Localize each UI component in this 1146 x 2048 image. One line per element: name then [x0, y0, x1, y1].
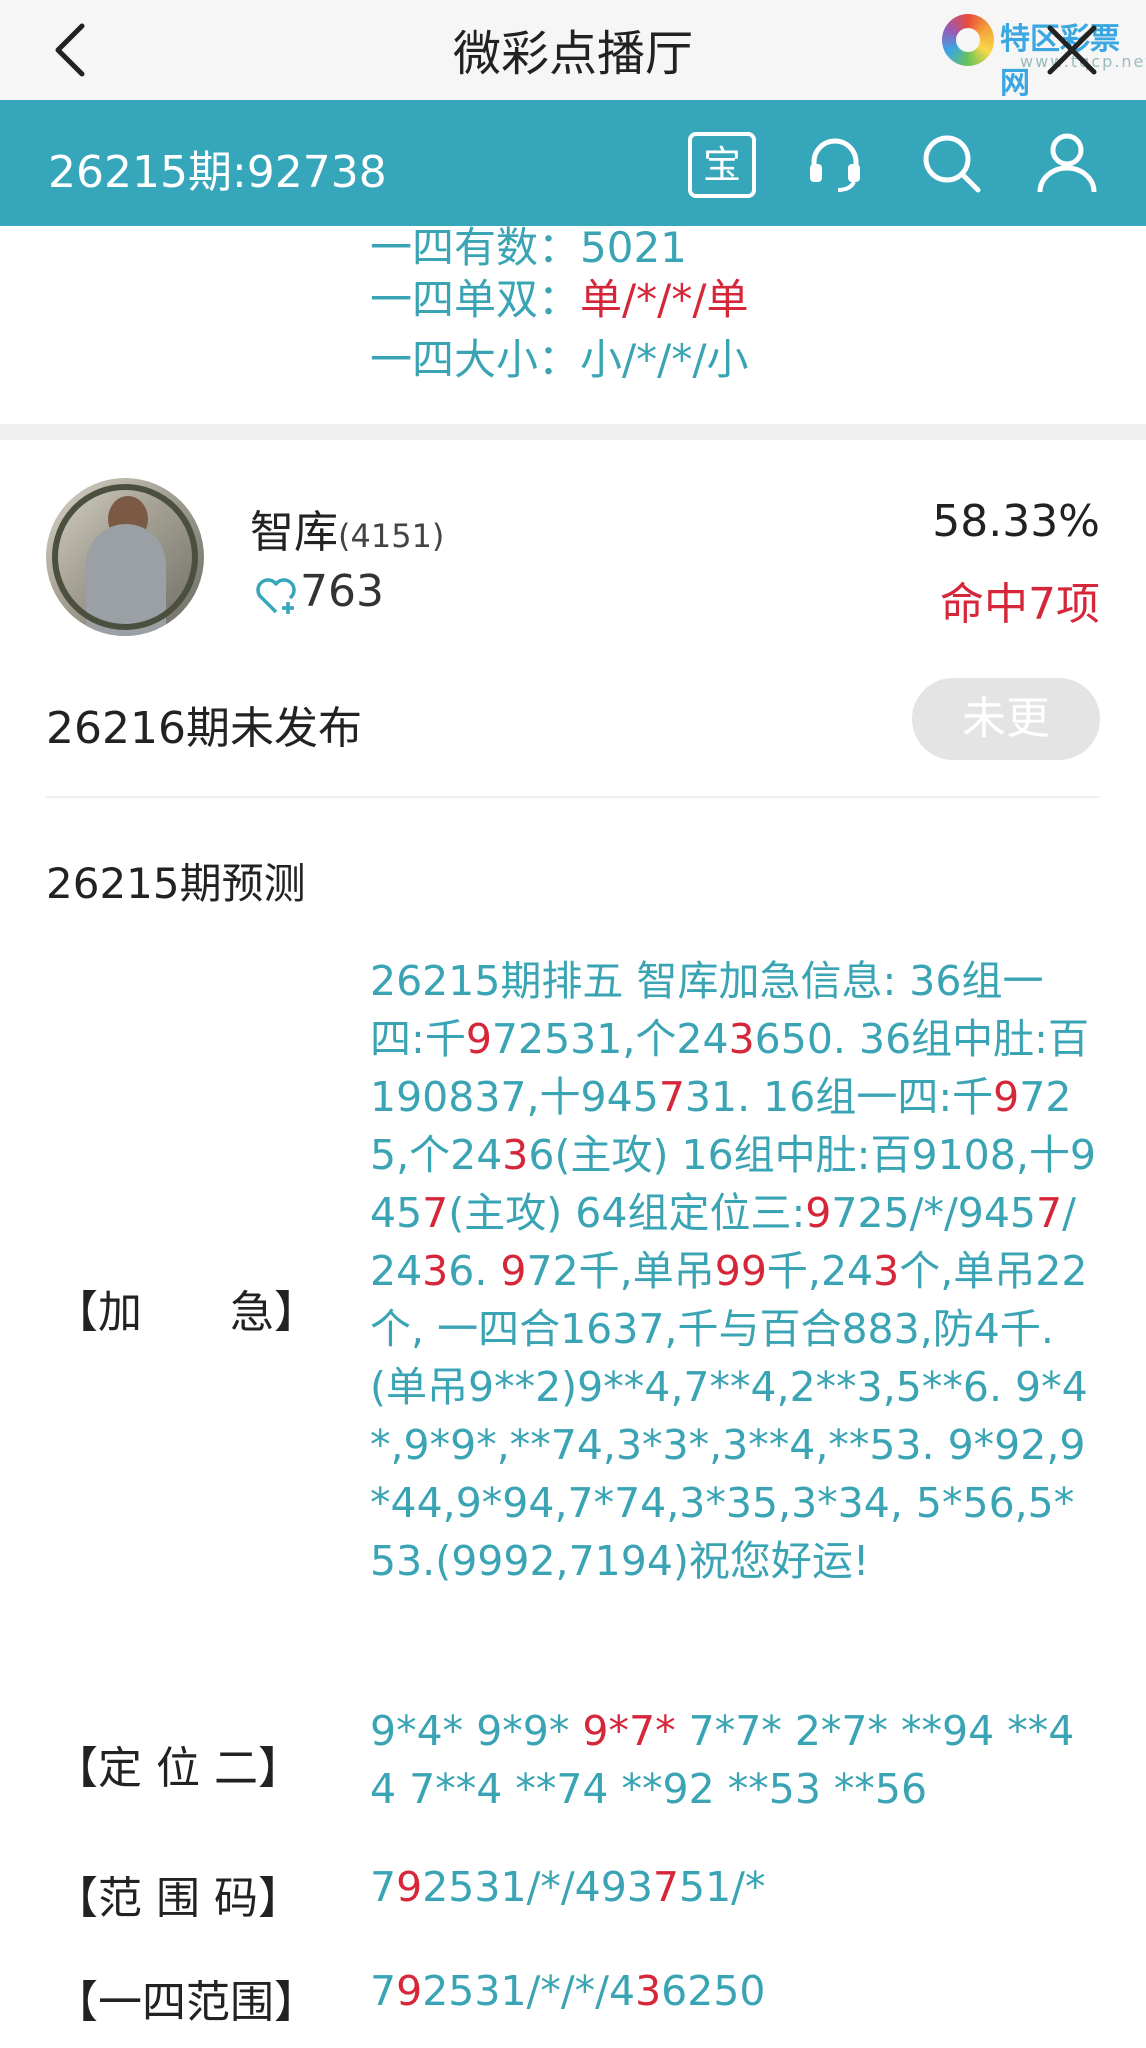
prediction-text-segment: 千,24	[766, 1247, 874, 1295]
prediction-text-segment: 7	[370, 1967, 397, 2015]
prediction-text-segment: 6250	[661, 1967, 766, 2015]
highlight-number: 7	[422, 1189, 449, 1237]
one-four-range-label: 【一四范围】	[54, 1977, 318, 2028]
prev-row-value: 小/*/*/小	[580, 335, 749, 384]
logo-swirl-icon	[942, 14, 994, 66]
previous-prediction-card: 一四有数：5021 一四单双：单/*/*/单 一四大小：小/*/*/小	[0, 226, 1146, 424]
highlight-number: 7	[652, 1863, 680, 1911]
range-code-label: 【范 围 码】	[54, 1873, 302, 1924]
highlight-number: 9	[500, 1247, 527, 1295]
top-nav-bar: 微彩点播厅 特区彩票网 www.tqcp.net	[0, 0, 1146, 101]
highlight-number: 3	[502, 1131, 529, 1179]
prediction-text-segment: 31. 16组一四:千	[684, 1073, 994, 1121]
divider	[46, 796, 1100, 798]
avatar[interactable]	[46, 478, 204, 636]
prev-row: 一四大小：小/*/*/小	[370, 326, 748, 387]
prev-row: 一四单双：单/*/*/单	[370, 266, 748, 327]
highlight-number: 7	[658, 1073, 685, 1121]
highlight-number: 9	[465, 1015, 492, 1063]
prediction-text-segment: 72531,个24	[491, 1015, 729, 1063]
prediction-text-segment: 个,单吊22个, 一四合1637,千与百合883,防4千. (单吊9**2)9*…	[370, 1247, 1088, 1585]
prediction-text-segment: 9*4* 9*9*	[370, 1707, 583, 1755]
highlight-number: 9	[396, 1863, 423, 1911]
highlight-number: 3	[728, 1015, 755, 1063]
urgent-label: 【加 急】	[54, 1287, 318, 1338]
search-icon[interactable]	[918, 130, 984, 196]
prediction-text-segment: 6.	[448, 1247, 501, 1295]
highlight-number: 9*7*	[582, 1707, 676, 1755]
highlight-number: 9	[396, 1967, 423, 2015]
range-code-text: 792531/*/493751/*	[370, 1858, 1098, 1916]
prediction-text-segment: 72千,单吊	[526, 1247, 715, 1295]
prev-row-label: 一四单双：	[370, 275, 581, 324]
like-count: 763	[300, 566, 384, 617]
user-profile-icon[interactable]	[1034, 130, 1100, 196]
expert-id: (4151)	[338, 517, 445, 555]
highlight-number: 9	[993, 1073, 1020, 1121]
hit-rate: 58.33%	[932, 496, 1100, 547]
prediction-text-segment: (主攻) 64组定位三:	[448, 1189, 806, 1237]
current-period-result: 26215期:92738	[48, 147, 387, 198]
period-info-bar: 26215期:92738 宝	[0, 100, 1146, 226]
prev-row-value: 单/*/*/单	[580, 275, 749, 324]
avatar-frame	[52, 484, 198, 630]
prediction-text-segment: 2531/*/*/4	[422, 1967, 636, 2015]
hit-count: 命中7项	[940, 579, 1100, 630]
prediction-text-segment: 725/*/945	[831, 1189, 1037, 1237]
prediction-text-segment: 7	[370, 1863, 397, 1911]
headset-support-icon[interactable]	[802, 130, 868, 196]
expert-name[interactable]: 智库(4151)	[250, 496, 444, 560]
prediction-header: 26215期预测	[46, 859, 306, 908]
urgent-text: 26215期排五 智库加急信息: 36组一四:千972531,个243650. …	[370, 952, 1098, 1590]
highlight-number: 99	[714, 1247, 767, 1295]
prev-row-label: 一四大小：	[370, 335, 581, 384]
highlight-number: 9	[805, 1189, 832, 1237]
close-icon[interactable]	[1040, 18, 1104, 82]
highlight-number: 3	[635, 1967, 662, 2015]
position-two-text: 9*4* 9*9* 9*7* 7*7* 2*7* **94 **44 7**4 …	[370, 1702, 1098, 1818]
not-updated-button[interactable]: 未更	[912, 678, 1100, 760]
prediction-text-segment: 51/*	[679, 1863, 766, 1911]
position-two-label: 【定 位 二】	[54, 1743, 302, 1794]
expert-name-text: 智库	[250, 507, 338, 558]
section-divider	[0, 424, 1146, 440]
prediction-text-segment: 2531/*/493	[422, 1863, 653, 1911]
next-period-status: 26216期未发布	[46, 703, 362, 754]
highlight-number: 3	[873, 1247, 900, 1295]
like-counter[interactable]: 763	[252, 566, 384, 622]
treasure-button[interactable]: 宝	[688, 132, 756, 198]
highlight-number: 3	[422, 1247, 449, 1295]
highlight-number: 7	[1036, 1189, 1063, 1237]
heart-plus-icon[interactable]	[252, 570, 300, 618]
one-four-range-text: 792531/*/*/436250	[370, 1962, 1098, 2020]
